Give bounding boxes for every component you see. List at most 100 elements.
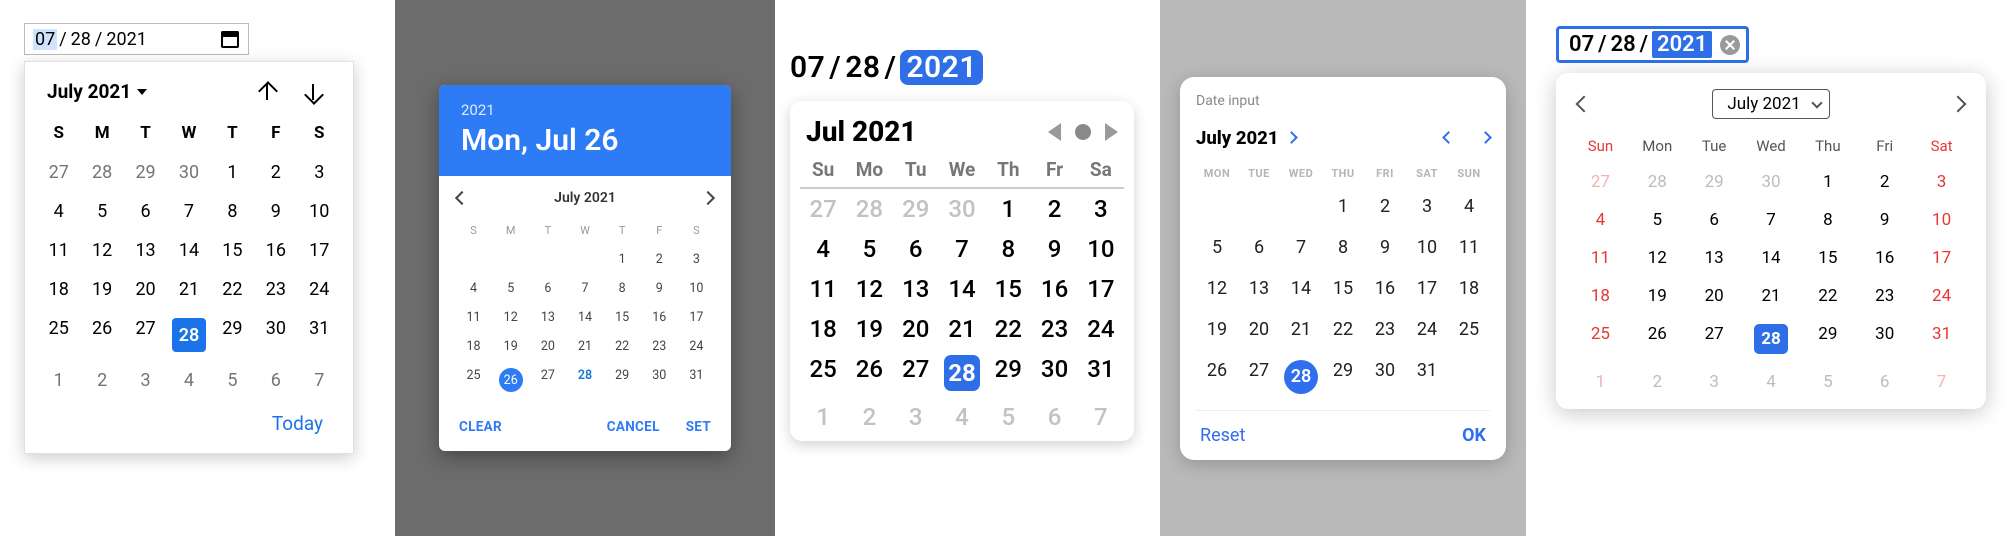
day-cell[interactable]: 28	[167, 309, 210, 361]
input-day[interactable]: 28	[69, 29, 93, 50]
day-cell[interactable]: 18	[455, 332, 492, 361]
day-cell[interactable]: 17	[678, 303, 715, 332]
day-cell[interactable]: 19	[1629, 277, 1686, 315]
day-cell[interactable]: 26	[1196, 350, 1238, 404]
day-cell[interactable]: 7	[167, 192, 210, 231]
day-cell[interactable]: 31	[1913, 315, 1970, 363]
input-month[interactable]: 07	[33, 29, 57, 50]
day-cell[interactable]: 6	[1238, 227, 1280, 268]
day-cell[interactable]: 31	[1078, 349, 1124, 397]
day-cell[interactable]: 29	[1686, 163, 1743, 201]
day-cell[interactable]: 21	[566, 332, 603, 361]
day-cell[interactable]: 4	[37, 192, 80, 231]
day-cell[interactable]: 15	[211, 231, 254, 270]
cancel-button[interactable]: CANCEL	[607, 419, 660, 435]
day-cell[interactable]: 8	[985, 229, 1031, 269]
calendar-icon[interactable]	[220, 29, 240, 49]
day-cell[interactable]: 10	[1913, 201, 1970, 239]
day-cell[interactable]: 23	[1364, 309, 1406, 350]
day-cell[interactable]: 13	[1238, 268, 1280, 309]
day-cell[interactable]: 6	[893, 229, 939, 269]
day-cell[interactable]: 26	[492, 361, 529, 399]
day-cell[interactable]: 24	[1913, 277, 1970, 315]
day-cell[interactable]: 28	[80, 153, 123, 192]
day-cell[interactable]: 4	[167, 361, 210, 400]
day-cell[interactable]: 1	[211, 153, 254, 192]
day-cell[interactable]: 28	[846, 189, 892, 229]
day-cell[interactable]: 6	[1856, 363, 1913, 401]
day-cell[interactable]: 20	[1238, 309, 1280, 350]
day-cell[interactable]: 17	[1406, 268, 1448, 309]
day-cell[interactable]: 25	[800, 349, 846, 397]
day-cell[interactable]: 4	[455, 274, 492, 303]
day-cell[interactable]: 17	[298, 231, 341, 270]
day-cell[interactable]: 29	[1799, 315, 1856, 363]
day-cell[interactable]: 1	[37, 361, 80, 400]
day-cell[interactable]: 25	[1448, 309, 1490, 350]
day-cell[interactable]: 3	[678, 245, 715, 274]
day-cell[interactable]: 23	[254, 270, 297, 309]
next-month-button[interactable]	[1479, 131, 1492, 144]
day-cell[interactable]: 14	[939, 269, 985, 309]
day-cell[interactable]: 1	[604, 245, 641, 274]
day-cell[interactable]: 20	[893, 309, 939, 349]
day-cell[interactable]: 8	[211, 192, 254, 231]
day-cell[interactable]: 28	[1629, 163, 1686, 201]
day-cell[interactable]: 12	[492, 303, 529, 332]
prev-month-button[interactable]	[1576, 96, 1593, 113]
day-cell[interactable]: 28	[566, 361, 603, 399]
day-cell[interactable]: 8	[604, 274, 641, 303]
next-month-button[interactable]	[701, 191, 715, 205]
day-cell[interactable]: 5	[492, 274, 529, 303]
day-cell[interactable]: 29	[1322, 350, 1364, 404]
day-cell[interactable]: 30	[939, 189, 985, 229]
day-cell[interactable]: 5	[846, 229, 892, 269]
day-cell[interactable]: 10	[298, 192, 341, 231]
day-cell[interactable]: 10	[678, 274, 715, 303]
day-cell[interactable]: 22	[1322, 309, 1364, 350]
day-cell[interactable]: 31	[1406, 350, 1448, 404]
day-cell[interactable]: 21	[167, 270, 210, 309]
day-cell[interactable]: 25	[37, 309, 80, 361]
day-cell[interactable]: 11	[37, 231, 80, 270]
reset-button[interactable]: Reset	[1200, 425, 1245, 446]
day-cell[interactable]: 3	[893, 397, 939, 437]
day-cell[interactable]: 29	[893, 189, 939, 229]
day-cell[interactable]: 29	[211, 309, 254, 361]
day-cell[interactable]: 11	[1448, 227, 1490, 268]
set-button[interactable]: SET	[686, 419, 711, 435]
day-cell[interactable]: 1	[985, 189, 1031, 229]
day-cell[interactable]: 7	[1280, 227, 1322, 268]
day-cell[interactable]: 4	[939, 397, 985, 437]
day-cell[interactable]: 12	[846, 269, 892, 309]
day-cell[interactable]: 18	[1448, 268, 1490, 309]
day-cell[interactable]: 18	[37, 270, 80, 309]
prev-month-button[interactable]	[1442, 131, 1455, 144]
day-cell[interactable]: 27	[124, 309, 167, 361]
day-cell[interactable]: 27	[1572, 163, 1629, 201]
day-cell[interactable]: 8	[1799, 201, 1856, 239]
day-cell[interactable]: 7	[939, 229, 985, 269]
day-cell[interactable]: 6	[254, 361, 297, 400]
day-cell[interactable]: 13	[1686, 239, 1743, 277]
day-cell[interactable]: 16	[254, 231, 297, 270]
day-cell[interactable]: 23	[641, 332, 678, 361]
day-cell[interactable]: 22	[604, 332, 641, 361]
day-cell[interactable]: 7	[1743, 201, 1800, 239]
prev-month-button[interactable]	[257, 82, 277, 102]
day-cell[interactable]: 11	[1572, 239, 1629, 277]
day-cell[interactable]: 9	[1364, 227, 1406, 268]
day-cell[interactable]: 9	[1031, 229, 1077, 269]
day-cell[interactable]: 27	[893, 349, 939, 397]
day-cell[interactable]: 15	[604, 303, 641, 332]
day-cell[interactable]: 20	[529, 332, 566, 361]
day-cell[interactable]: 16	[641, 303, 678, 332]
day-cell[interactable]: 6	[124, 192, 167, 231]
day-cell[interactable]: 20	[1686, 277, 1743, 315]
day-cell[interactable]: 21	[1280, 309, 1322, 350]
day-cell[interactable]: 1	[1799, 163, 1856, 201]
day-cell[interactable]: 4	[1448, 186, 1490, 227]
today-button[interactable]: Today	[37, 400, 341, 445]
day-cell[interactable]: 29	[985, 349, 1031, 397]
day-cell[interactable]: 7	[1913, 363, 1970, 401]
